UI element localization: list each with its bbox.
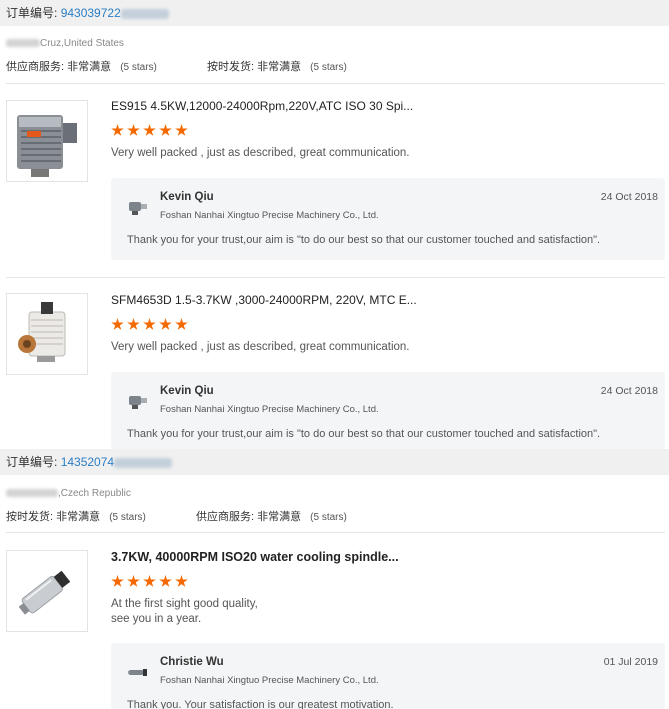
buyer-feedback-line: see you in a year.	[111, 613, 202, 625]
buyer-feedback-line: At the first sight good quality,	[111, 598, 258, 610]
seller-name: Kevin Qiu	[160, 191, 214, 203]
star-icon	[111, 124, 124, 136]
star-icon	[175, 124, 188, 136]
buyer-location-text: Cruz,United States	[40, 38, 124, 49]
rating-value: 非常满意	[56, 511, 101, 523]
rating-value: 非常满意	[67, 61, 112, 73]
rating-stars-text: (5 stars)	[120, 62, 157, 73]
star-rating	[111, 575, 191, 590]
seller-reply: Kevin Qiu Foshan Nanhai Xingtuo Precise …	[111, 372, 665, 450]
star-icon	[159, 575, 172, 587]
product-thumbnail[interactable]	[6, 100, 88, 182]
seller-avatar-icon	[129, 202, 147, 215]
buyer-feedback: At the first sight good quality, see you…	[111, 597, 258, 627]
divider	[6, 83, 665, 84]
seller-reply: Christie Wu Foshan Nanhai Xingtuo Precis…	[111, 643, 665, 709]
redacted-order-digits	[120, 8, 169, 19]
star-rating	[111, 124, 191, 139]
seller-avatar-icon	[129, 396, 147, 409]
rating-label: 供应商服务:	[6, 61, 65, 73]
water-cooled-spindle-image	[18, 570, 71, 615]
star-icon	[159, 318, 172, 330]
rating-stars-text: (5 stars)	[310, 512, 347, 523]
order-number-link[interactable]: 14352074	[61, 455, 114, 469]
redacted-buyer-name	[6, 39, 40, 48]
product-title-link[interactable]: ES915 4.5KW,12000-24000Rpm,220V,ATC ISO …	[111, 99, 413, 113]
seller-company: Foshan Nanhai Xingtuo Precise Machinery …	[160, 675, 379, 686]
seller-reply: Kevin Qiu Foshan Nanhai Xingtuo Precise …	[111, 178, 665, 260]
star-icon	[143, 124, 156, 136]
star-icon	[127, 124, 140, 136]
seller-company: Foshan Nanhai Xingtuo Precise Machinery …	[160, 210, 379, 221]
rating-label: 供应商服务:	[195, 511, 255, 523]
buyer-location: ,Czech Republic	[6, 488, 131, 499]
order-header: 订单编号: 14352074	[0, 449, 669, 475]
redacted-buyer-name	[6, 489, 58, 498]
reply-message: Thank you for your trust,our aim is "to …	[127, 428, 601, 440]
reply-message: Thank you for your trust,our aim is "to …	[127, 234, 601, 246]
buyer-feedback: Very well packed , just as described, gr…	[111, 341, 410, 353]
star-icon	[127, 318, 140, 330]
redacted-order-digits	[114, 457, 173, 468]
product-title-link[interactable]: 3.7KW, 40000RPM ISO20 water cooling spin…	[111, 550, 399, 564]
reply-date: 24 Oct 2018	[600, 385, 658, 397]
product-thumbnail[interactable]	[6, 550, 88, 632]
rating-label: 按时发货:	[206, 61, 255, 73]
divider	[6, 532, 665, 533]
reply-date: 24 Oct 2018	[600, 191, 658, 203]
seller-avatar-icon	[128, 669, 147, 676]
order-header: 订单编号: 943039722	[0, 0, 669, 26]
seller-name: Kevin Qiu	[160, 385, 214, 397]
seller-name: Christie Wu	[160, 656, 224, 668]
buyer-location: Cruz,United States	[6, 38, 124, 49]
order-ratings: 按时发货: 非常满意 (5 stars) 供应商服务: 非常满意 (5 star…	[6, 508, 347, 524]
rating-stars-text: (5 stars)	[310, 62, 347, 73]
spindle-motor-image	[18, 302, 66, 362]
buyer-location-text: ,Czech Republic	[58, 488, 131, 499]
order-ratings: 供应商服务: 非常满意 (5 stars) 按时发货: 非常满意 (5 star…	[6, 58, 347, 74]
seller-company: Foshan Nanhai Xingtuo Precise Machinery …	[160, 404, 379, 415]
order-number-link[interactable]: 943039722	[61, 6, 121, 20]
reply-date: 01 Jul 2019	[603, 656, 658, 668]
star-icon	[111, 318, 124, 330]
buyer-feedback: Very well packed , just as described, gr…	[111, 147, 410, 159]
star-rating	[111, 318, 191, 333]
rating-stars-text: (5 stars)	[109, 512, 146, 523]
star-icon	[159, 124, 172, 136]
divider	[6, 277, 665, 278]
star-icon	[143, 575, 156, 587]
order-number-label: 订单编号:	[6, 6, 58, 20]
rating-value: 非常满意	[257, 511, 302, 523]
order-number-label: 订单编号:	[6, 455, 58, 469]
star-icon	[127, 575, 140, 587]
star-icon	[175, 575, 188, 587]
product-title-link[interactable]: SFM4653D 1.5-3.7KW ,3000-24000RPM, 220V,…	[111, 293, 417, 307]
star-icon	[111, 575, 124, 587]
star-icon	[175, 318, 188, 330]
product-thumbnail[interactable]	[6, 293, 88, 375]
spindle-atc-image	[17, 115, 77, 177]
rating-value: 非常满意	[257, 61, 302, 73]
reply-message: Thank you. Your satisfaction is our grea…	[127, 699, 394, 709]
star-icon	[143, 318, 156, 330]
rating-label: 按时发货:	[6, 511, 54, 523]
